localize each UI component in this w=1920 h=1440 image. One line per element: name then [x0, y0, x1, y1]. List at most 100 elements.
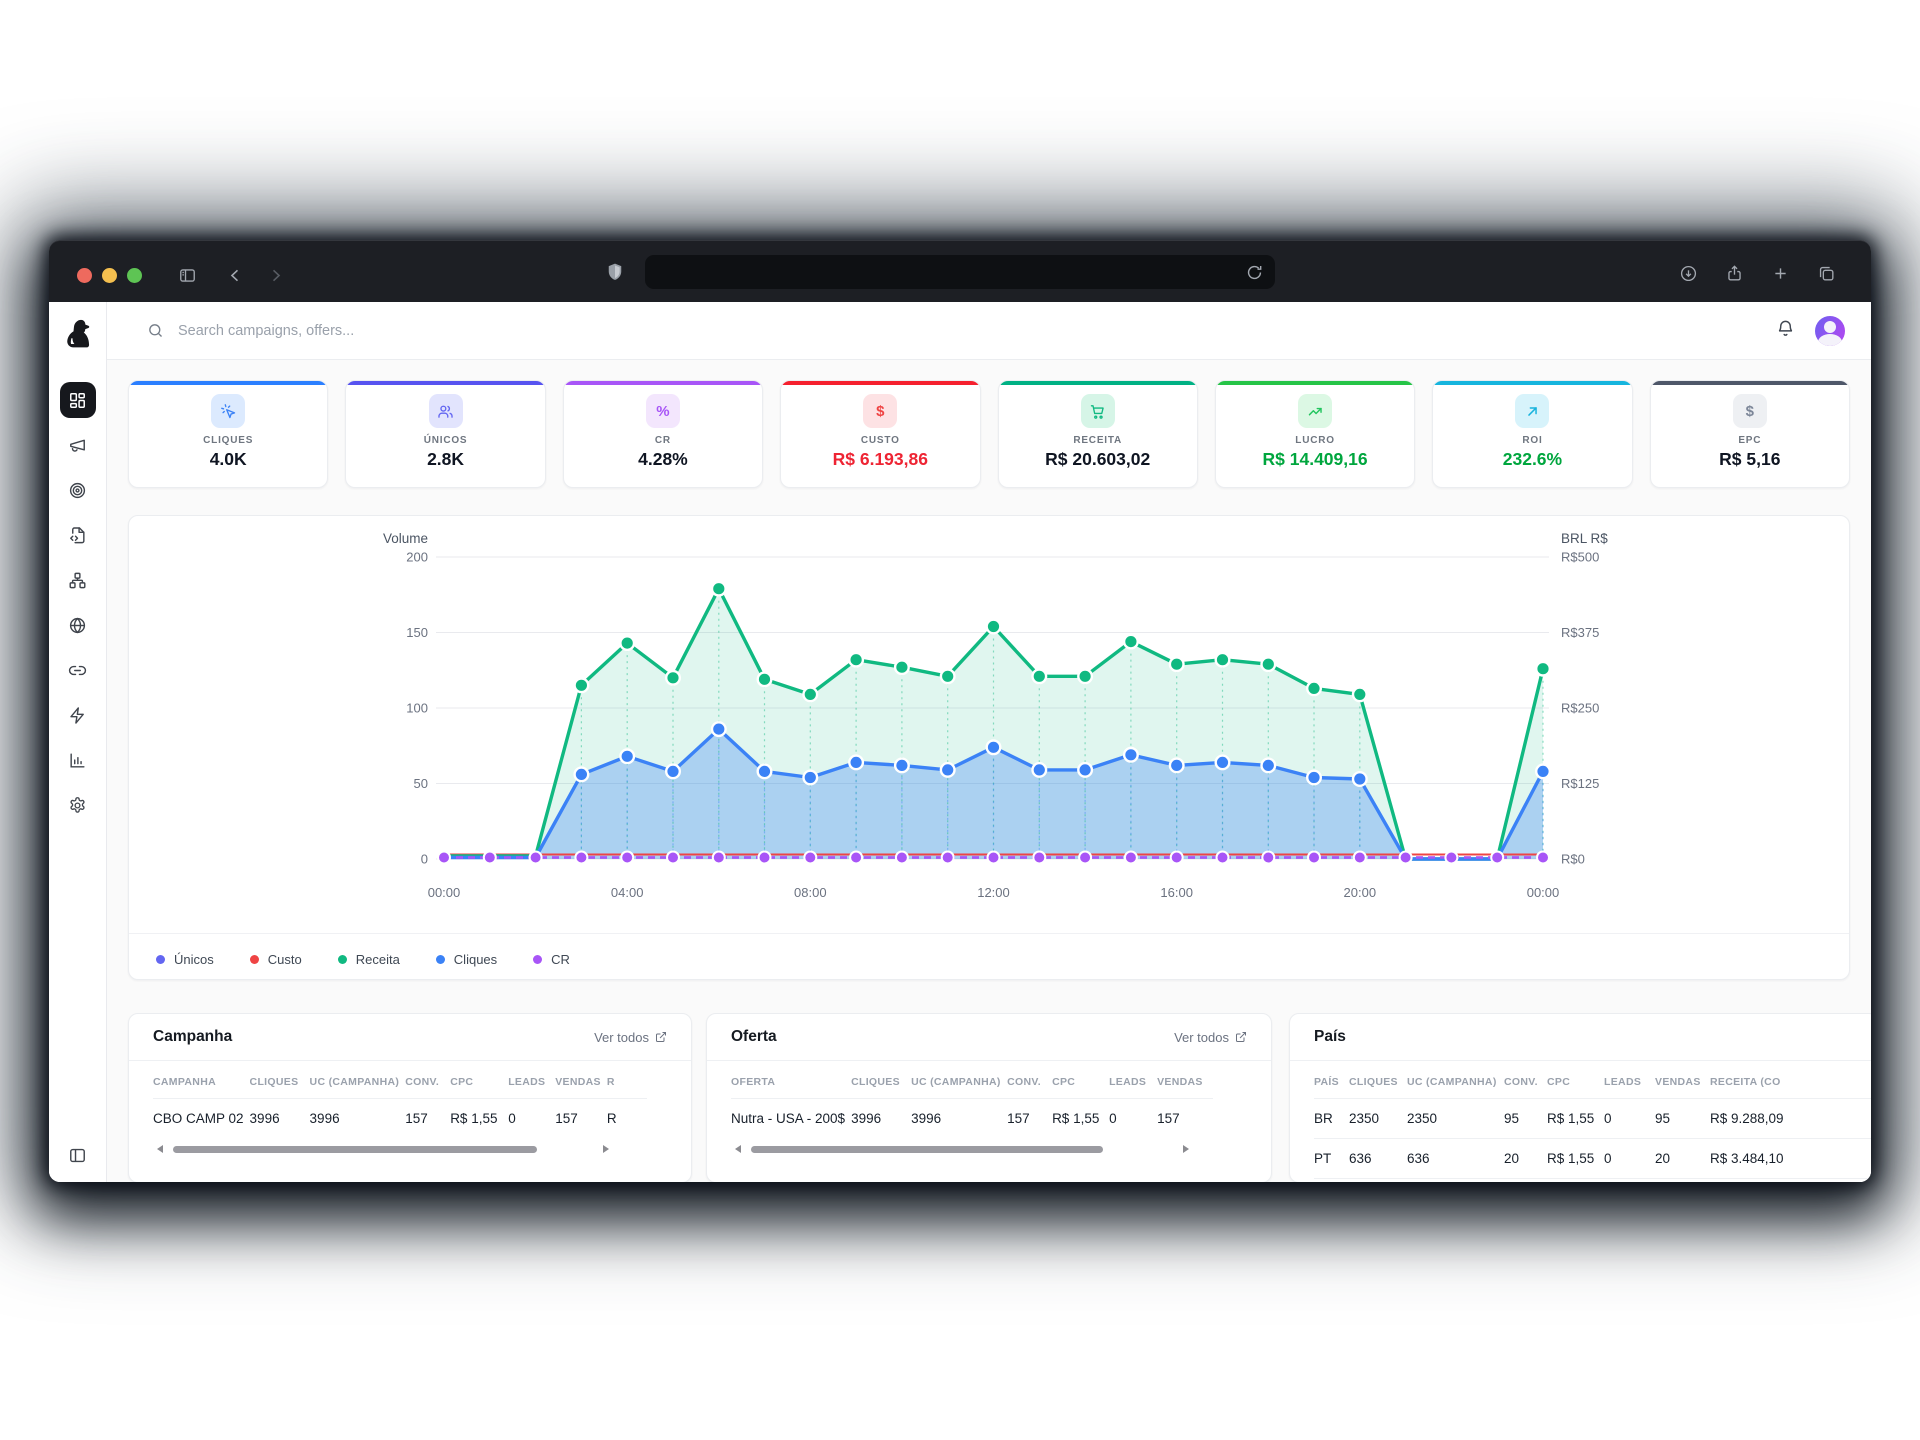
legend-label: Cliques: [454, 952, 497, 967]
stat-card-custo[interactable]: $CUSTOR$ 6.193,86: [780, 380, 980, 488]
legend-item-custo[interactable]: Custo: [250, 952, 302, 967]
data-table: OFERTACLIQUESUC (CAMPANHA)CONV.CPCLEADSV…: [731, 1061, 1213, 1138]
stat-value: R$ 14.409,16: [1263, 449, 1368, 470]
sidebar-collapse-icon[interactable]: [68, 1146, 87, 1170]
overview-chart-card: 0R$050R$125100R$250150R$375200R$500Volum…: [128, 515, 1850, 980]
scroll-left-arrow[interactable]: [735, 1145, 741, 1153]
campaign-table-card: Campanha Ver todos CAMPANHACLIQUESUC (CA…: [128, 1013, 692, 1182]
sidebar-item-megaphone[interactable]: [60, 427, 96, 463]
column-header: UC (CAMPANHA): [310, 1061, 406, 1099]
column-header: CONV.: [1504, 1061, 1547, 1099]
legend-dot: [338, 955, 347, 964]
sidebar-item-hierarchy[interactable]: [60, 562, 96, 598]
stat-card-lucro[interactable]: LUCROR$ 14.409,16: [1215, 380, 1415, 488]
legend-dot: [436, 955, 445, 964]
tab-overview-button[interactable]: [1811, 258, 1841, 288]
horizontal-scrollbar[interactable]: [735, 1143, 1189, 1155]
legend-item-receita[interactable]: Receita: [338, 952, 400, 967]
stat-card-cr[interactable]: %CR4.28%: [563, 380, 763, 488]
dog-logo[interactable]: [63, 318, 93, 350]
scrollbar-thumb[interactable]: [751, 1146, 1103, 1153]
sidebar-item-settings[interactable]: [60, 787, 96, 823]
scroll-right-arrow[interactable]: [603, 1145, 609, 1153]
column-header: VENDAS: [555, 1061, 607, 1099]
scrollbar-thumb[interactable]: [173, 1146, 537, 1153]
svg-text:0: 0: [421, 852, 428, 867]
stat-card-epc[interactable]: $EPCR$ 5,16: [1650, 380, 1850, 488]
zoom-window-button[interactable]: [127, 268, 142, 283]
sidebar-item-link[interactable]: [60, 652, 96, 688]
sidebar-item-target[interactable]: [60, 472, 96, 508]
stat-accent-bar: [781, 381, 979, 385]
offer-table-card: Oferta Ver todos OFERTACLIQUESUC (CAMPAN…: [706, 1013, 1272, 1182]
stat-card-receita[interactable]: RECEITAR$ 20.603,02: [998, 380, 1198, 488]
data-table: PAÍSCLIQUESUC (CAMPANHA)CONV.CPCLEADSVEN…: [1314, 1061, 1871, 1179]
legend-dot: [533, 955, 542, 964]
table-row[interactable]: PT63663620R$ 1,55020R$ 3.484,10: [1314, 1139, 1871, 1179]
scroll-left-arrow[interactable]: [157, 1145, 163, 1153]
sidebar-item-dashboard[interactable]: [60, 382, 96, 418]
scrollbar-track[interactable]: [169, 1145, 597, 1153]
stat-label: EPC: [1738, 435, 1761, 446]
notifications-bell-icon[interactable]: [1776, 319, 1795, 343]
stat-card-roi[interactable]: ROI232.6%: [1432, 380, 1632, 488]
legend-item-únicos[interactable]: Únicos: [156, 952, 214, 967]
close-window-button[interactable]: [77, 268, 92, 283]
svg-text:R$0: R$0: [1561, 852, 1585, 867]
forward-button[interactable]: [260, 260, 290, 290]
url-bar[interactable]: [645, 255, 1275, 289]
column-header: CLIQUES: [1349, 1061, 1407, 1099]
svg-text:20:00: 20:00: [1344, 885, 1377, 900]
column-header: CAMPANHA: [153, 1061, 250, 1099]
downloads-button[interactable]: [1673, 258, 1703, 288]
table-row[interactable]: BR2350235095R$ 1,55095R$ 9.288,09: [1314, 1099, 1871, 1139]
view-all-link[interactable]: Ver todos: [1174, 1030, 1247, 1045]
data-table: CAMPANHACLIQUESUC (CAMPANHA)CONV.CPCLEAD…: [153, 1061, 647, 1138]
legend-dot: [156, 955, 165, 964]
stat-accent-bar: [1433, 381, 1631, 385]
legend-label: Custo: [268, 952, 302, 967]
svg-text:00:00: 00:00: [1527, 885, 1560, 900]
share-button[interactable]: [1719, 258, 1749, 288]
app-header: [107, 302, 1871, 360]
dashboard-app: CLIQUES4.0KÚNICOS2.8K%CR4.28%$CUSTOR$ 6.…: [49, 302, 1871, 1182]
sidebar-item-zap[interactable]: [60, 697, 96, 733]
dollar-icon: $: [1733, 394, 1767, 428]
legend-item-cr[interactable]: CR: [533, 952, 570, 967]
column-header: CONV.: [405, 1061, 450, 1099]
stat-card-cliques[interactable]: CLIQUES4.0K: [128, 380, 328, 488]
minimize-window-button[interactable]: [102, 268, 117, 283]
table-row[interactable]: Nutra - USA - 200$39963996157R$ 1,550157: [731, 1099, 1213, 1139]
sidebar-item-bar-chart[interactable]: [60, 742, 96, 778]
search-input[interactable]: [176, 322, 596, 340]
horizontal-scrollbar[interactable]: [157, 1143, 609, 1155]
new-tab-button[interactable]: [1765, 258, 1795, 288]
legend-item-cliques[interactable]: Cliques: [436, 952, 497, 967]
user-avatar[interactable]: [1815, 316, 1845, 346]
sidebar-item-file-code[interactable]: [60, 517, 96, 553]
svg-text:R$500: R$500: [1561, 550, 1599, 565]
chart-svg: 0R$050R$125100R$250150R$375200R$500Volum…: [129, 516, 1849, 928]
stat-accent-bar: [1651, 381, 1849, 385]
svg-text:BRL R$: BRL R$: [1561, 531, 1608, 546]
scroll-right-arrow[interactable]: [1183, 1145, 1189, 1153]
external-link-icon: [1235, 1031, 1247, 1043]
view-all-link[interactable]: Ver todos: [594, 1030, 667, 1045]
column-header: VENDAS: [1655, 1061, 1710, 1099]
scrollbar-track[interactable]: [747, 1145, 1177, 1153]
table-row[interactable]: CBO CAMP 0239963996157R$ 1,550157R: [153, 1099, 647, 1139]
column-header: LEADS: [508, 1061, 555, 1099]
column-header: LEADS: [1109, 1061, 1157, 1099]
stat-card-únicos[interactable]: ÚNICOS2.8K: [345, 380, 545, 488]
sidebar-toggle-icon[interactable]: [172, 260, 202, 290]
column-header: CPC: [1052, 1061, 1109, 1099]
sidebar-item-globe[interactable]: [60, 607, 96, 643]
svg-text:R$375: R$375: [1561, 625, 1599, 640]
stat-accent-bar: [999, 381, 1197, 385]
stat-value: 2.8K: [427, 449, 464, 470]
stat-value: 4.28%: [638, 449, 688, 470]
card-title: Oferta: [731, 1028, 777, 1046]
reload-button[interactable]: [1239, 257, 1269, 287]
svg-text:Volume: Volume: [383, 531, 428, 546]
back-button[interactable]: [220, 260, 250, 290]
